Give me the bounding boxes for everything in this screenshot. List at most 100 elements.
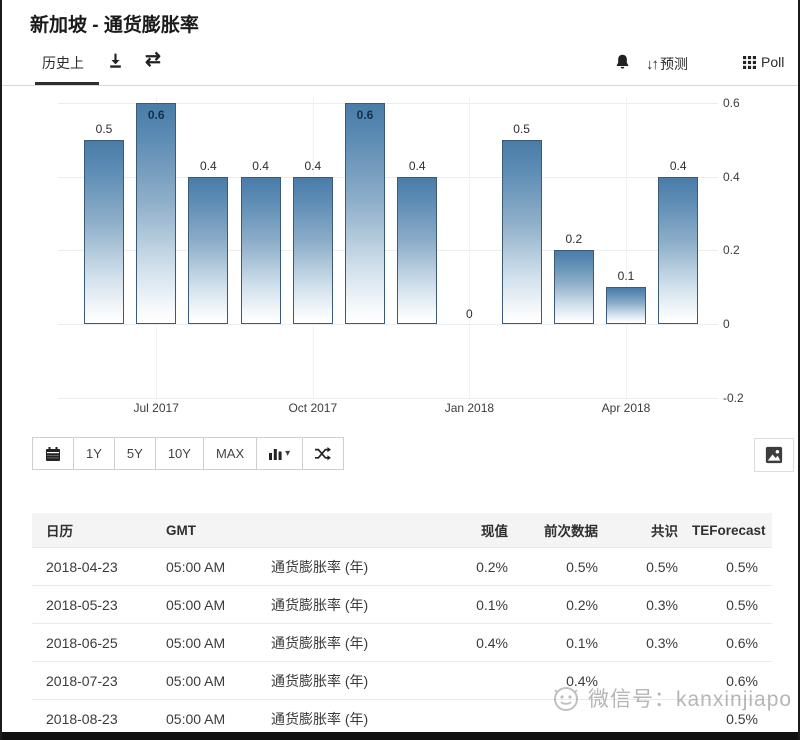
- gridline-vertical: [626, 97, 627, 400]
- table-cell: 0.6%: [692, 624, 772, 662]
- grid-icon: [743, 56, 756, 69]
- column-header: 日历: [32, 513, 152, 548]
- range-10y-button[interactable]: 10Y: [155, 437, 204, 470]
- export-image-button[interactable]: [754, 438, 794, 472]
- x-axis-tick-label: Oct 2017: [268, 401, 358, 415]
- calendar-button[interactable]: [32, 437, 74, 470]
- x-axis-tick-label: Jan 2018: [424, 401, 514, 415]
- column-header: [257, 513, 442, 548]
- gridline-vertical: [469, 97, 470, 400]
- bar-value-label: 0.5: [492, 122, 552, 136]
- poll-button[interactable]: Poll: [743, 54, 784, 70]
- calendar-table: 日历GMT 现值前次数据共识TEForecast2018-04-2305:00 A…: [32, 513, 772, 737]
- bottom-black-bar: [2, 732, 798, 740]
- bar[interactable]: [84, 140, 124, 324]
- chart-toolbar: 1Y 5Y 10Y MAX ▾: [32, 437, 344, 470]
- poll-label: Poll: [761, 54, 784, 70]
- table-cell: 2018-07-23: [32, 662, 152, 700]
- inflation-bar-chart: 0.6 0.4 0.2 0 -0.2 Jul 2017 Oct 2017 Jan 2018 Ap…: [2, 95, 798, 430]
- shuffle-icon: [315, 447, 331, 461]
- table-cell: 05:00 AM: [152, 548, 257, 586]
- range-5y-button[interactable]: 5Y: [114, 437, 156, 470]
- table-cell: [612, 662, 692, 700]
- column-header: 前次数据: [522, 513, 612, 548]
- table-cell: 0.2%: [442, 548, 522, 586]
- calendar-icon: [45, 446, 61, 462]
- bar[interactable]: [293, 177, 333, 324]
- table-row[interactable]: 2018-04-2305:00 AM通货膨胀率 (年)0.2%0.5%0.5%0…: [32, 548, 772, 586]
- table-row[interactable]: 2018-06-2505:00 AM通货膨胀率 (年)0.4%0.1%0.3%0…: [32, 624, 772, 662]
- table-cell: 通货膨胀率 (年): [257, 662, 442, 700]
- x-axis-tick-label: Jul 2017: [111, 401, 201, 415]
- range-1y-button[interactable]: 1Y: [73, 437, 115, 470]
- table-cell: 通货膨胀率 (年): [257, 548, 442, 586]
- bar[interactable]: [241, 177, 281, 324]
- bar-value-label: 0.4: [387, 159, 447, 173]
- table-cell: 2018-05-23: [32, 586, 152, 624]
- bar-value-label: 0.4: [648, 159, 708, 173]
- bar-value-label: 0.4: [283, 159, 343, 173]
- table-cell: 通货膨胀率 (年): [257, 586, 442, 624]
- trading-economics-page: 新加坡 - 通货膨胀率 历史上 ⇄ ↓↑预测 Poll 0.6 0.4 0.2 0 -0…: [0, 0, 800, 740]
- table-cell: 0.1%: [522, 624, 612, 662]
- bar-value-label: 0.1: [596, 269, 656, 283]
- calendar-data-table: 日历GMT 现值前次数据共识TEForecast2018-04-2305:00 A…: [32, 513, 772, 737]
- range-max-button[interactable]: MAX: [203, 437, 257, 470]
- column-header: 共识: [612, 513, 692, 548]
- bar[interactable]: [554, 250, 594, 324]
- bar-value-label: 0.4: [178, 159, 238, 173]
- table-cell: 05:00 AM: [152, 662, 257, 700]
- table-cell: 0.4%: [442, 624, 522, 662]
- bar[interactable]: [502, 140, 542, 324]
- x-axis-tick-label: Apr 2018: [581, 401, 671, 415]
- bar-value-label: 0: [439, 307, 499, 321]
- column-header: TEForecast: [692, 513, 772, 548]
- table-cell: 05:00 AM: [152, 586, 257, 624]
- table-cell: [442, 662, 522, 700]
- y-axis-tick-label: 0.4: [723, 170, 767, 184]
- table-cell: 0.3%: [612, 586, 692, 624]
- bar[interactable]: [658, 177, 698, 324]
- chart-type-button[interactable]: ▾: [256, 437, 303, 470]
- shuffle-button[interactable]: [302, 437, 344, 470]
- tab-history[interactable]: 历史上: [42, 53, 84, 73]
- image-icon: [764, 445, 784, 465]
- y-axis-tick-label: 0: [723, 317, 767, 331]
- y-axis-tick-label: 0.6: [723, 96, 767, 110]
- download-icon[interactable]: [107, 52, 124, 69]
- table-cell: 0.5%: [612, 548, 692, 586]
- forecast-label: 预测: [660, 56, 688, 72]
- table-cell: 0.2%: [522, 586, 612, 624]
- page-title: 新加坡 - 通货膨胀率: [30, 10, 199, 37]
- bar[interactable]: [345, 103, 385, 324]
- bar-value-label: 0.2: [544, 232, 604, 246]
- bar[interactable]: [606, 287, 646, 324]
- compare-icon[interactable]: ⇄: [145, 48, 161, 71]
- bar[interactable]: [397, 177, 437, 324]
- table-cell: 通货膨胀率 (年): [257, 624, 442, 662]
- y-axis-tick-label: -0.2: [723, 391, 767, 405]
- table-cell: 0.5%: [692, 586, 772, 624]
- sort-arrows-icon: ↓↑: [646, 56, 657, 73]
- bar-chart-icon: [269, 447, 282, 460]
- column-header: 现值: [442, 513, 522, 548]
- table-header-row: 日历GMT 现值前次数据共识TEForecast: [32, 513, 772, 548]
- table-cell: 05:00 AM: [152, 624, 257, 662]
- table-row[interactable]: 2018-07-2305:00 AM通货膨胀率 (年)0.4%0.6%: [32, 662, 772, 700]
- table-cell: 0.5%: [522, 548, 612, 586]
- tabbar-divider: [2, 85, 798, 86]
- table-cell: 0.3%: [612, 624, 692, 662]
- bell-icon[interactable]: [614, 53, 631, 71]
- table-cell: 0.1%: [442, 586, 522, 624]
- bar[interactable]: [136, 103, 176, 324]
- forecast-button[interactable]: ↓↑预测: [646, 54, 688, 74]
- table-row[interactable]: 2018-05-2305:00 AM通货膨胀率 (年)0.1%0.2%0.3%0…: [32, 586, 772, 624]
- bar-value-label: 0.5: [74, 122, 134, 136]
- bar-value-label: 0.6: [126, 108, 186, 122]
- bar[interactable]: [188, 177, 228, 324]
- column-header: GMT: [152, 513, 257, 548]
- bar-value-label: 0.6: [335, 108, 395, 122]
- table-cell: 2018-06-25: [32, 624, 152, 662]
- table-cell: 0.5%: [692, 548, 772, 586]
- bar-value-label: 0.4: [231, 159, 291, 173]
